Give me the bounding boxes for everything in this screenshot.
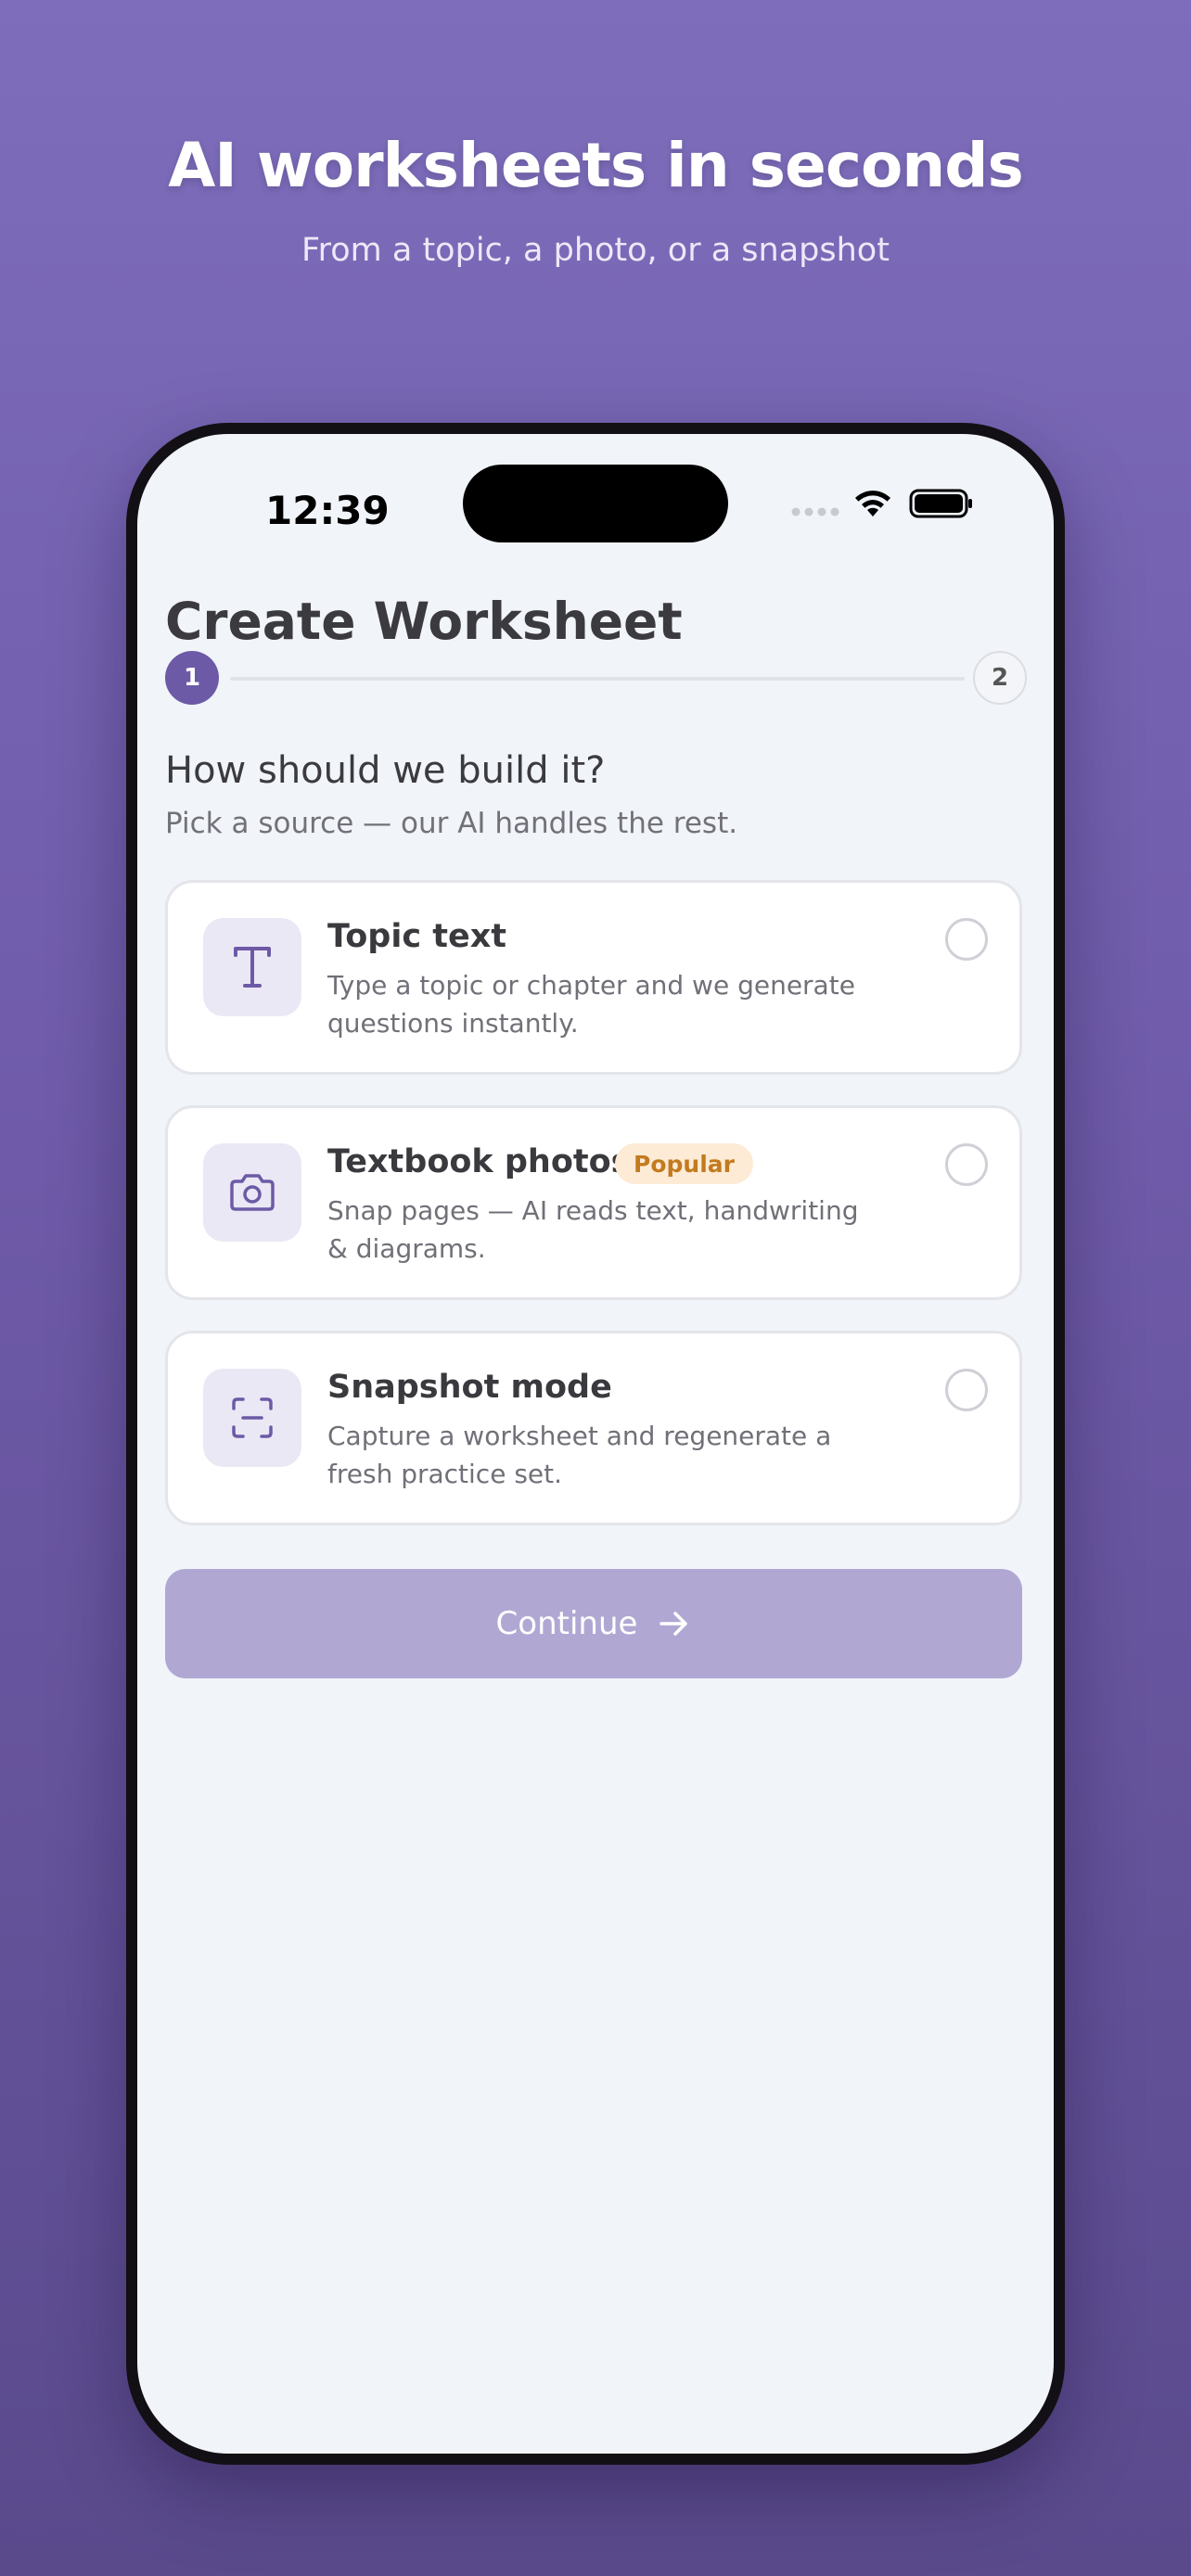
- camera-icon: [203, 1143, 301, 1242]
- option-title: Snapshot mode: [327, 1369, 612, 1406]
- section-subtitle: Pick a source — our AI handles the rest.: [165, 807, 738, 840]
- option-radio[interactable]: [945, 1143, 988, 1186]
- step-indicator-2: 2: [973, 651, 1027, 705]
- dynamic-island: [463, 465, 728, 542]
- option-radio[interactable]: [945, 918, 988, 961]
- section-question: How should we build it?: [165, 749, 606, 792]
- option-description: Type a topic or chapter and we generate …: [327, 970, 855, 1039]
- text-icon: [203, 918, 301, 1016]
- phone-frame: 12:39 Create Worksheet 1 2 How should we…: [126, 423, 1065, 2465]
- option-card-topic-text[interactable]: Topic text Type a topic or chapter and w…: [165, 880, 1022, 1075]
- page-title: Create Worksheet: [165, 592, 683, 651]
- option-title: Textbook photos: [327, 1143, 631, 1180]
- option-card-textbook-photos[interactable]: Textbook photos Popular Snap pages — AI …: [165, 1105, 1022, 1300]
- status-time: 12:39: [265, 488, 390, 533]
- option-radio[interactable]: [945, 1369, 988, 1411]
- wifi-icon: [855, 491, 890, 516]
- step-indicator-1: 1: [165, 651, 219, 705]
- hero-subtitle: From a topic, a photo, or a snapshot: [301, 232, 890, 269]
- popular-badge: Popular: [615, 1143, 753, 1184]
- arrow-right-icon: [660, 1612, 688, 1636]
- continue-label: Continue: [495, 1605, 638, 1642]
- continue-button[interactable]: Continue: [165, 1569, 1022, 1678]
- option-title: Topic text: [327, 918, 507, 955]
- battery-icon: [909, 489, 972, 518]
- step-progress-line: [230, 677, 965, 681]
- option-card-snapshot-mode[interactable]: Snapshot mode Capture a worksheet and re…: [165, 1331, 1022, 1525]
- scan-icon: [203, 1369, 301, 1467]
- option-description: Snap pages — AI reads text, handwriting …: [327, 1195, 859, 1264]
- hero-title: AI worksheets in seconds: [168, 130, 1024, 201]
- option-description: Capture a worksheet and regenerate a fre…: [327, 1421, 832, 1489]
- signal-icon: [791, 507, 839, 516]
- phone-screen: 12:39 Create Worksheet 1 2 How should we…: [137, 434, 1054, 2454]
